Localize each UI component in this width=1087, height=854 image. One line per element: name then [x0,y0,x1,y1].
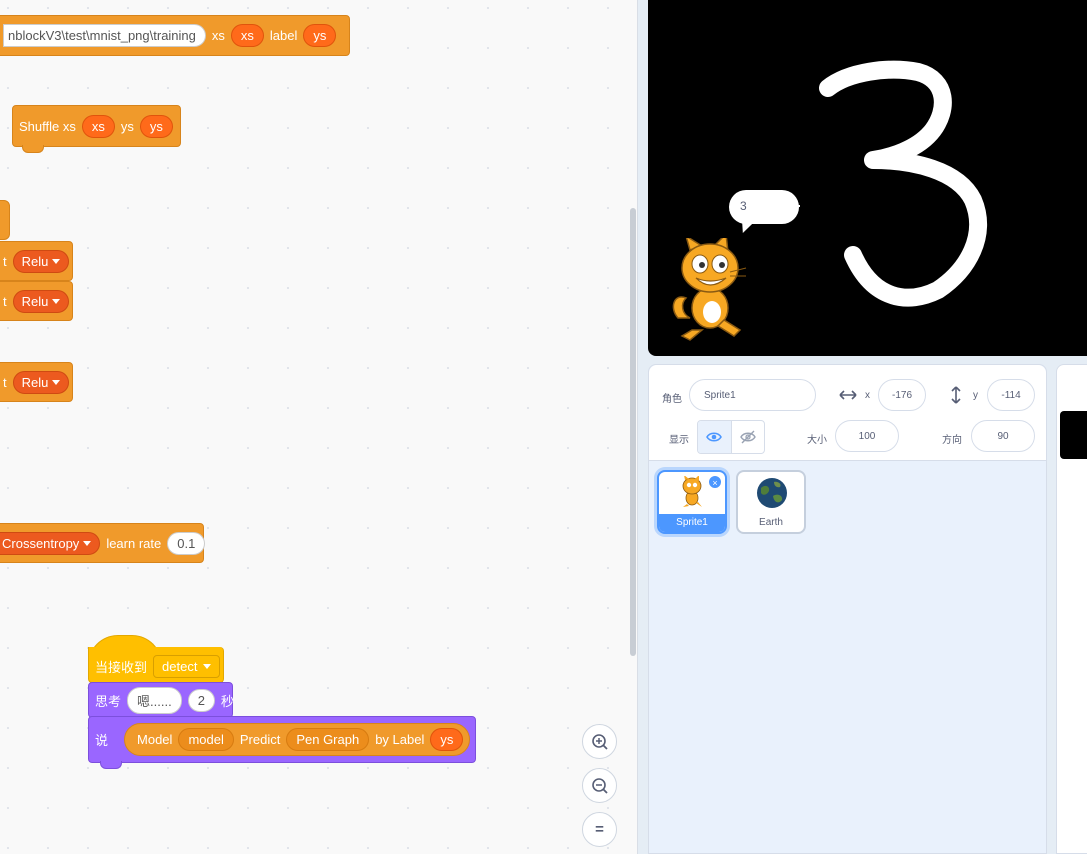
learn-rate-input[interactable]: 0.1 [167,531,206,555]
layer-block[interactable]: t Relu [0,281,73,321]
size-label: 大小 [807,435,827,446]
learn-rate-label: learn rate [106,535,162,551]
layer-block[interactable]: t Relu [0,362,73,402]
by-label-label: by Label [375,732,425,747]
secs-unit: 秒 [220,693,234,709]
size-field[interactable]: 100 [835,420,899,452]
zoom-reset-icon: = [595,821,604,838]
ys-reporter[interactable]: ys [139,114,173,138]
say-notch [100,761,122,769]
ys-reporter[interactable]: ys [303,24,337,47]
layer-block[interactable]: t Relu [0,241,73,281]
code-area[interactable]: nblockV3\test\mnist_png\training xs xs l… [0,0,638,854]
sprite-name-field[interactable]: Sprite1 [689,379,816,411]
eye-icon [706,432,723,442]
model-reporter[interactable]: model [178,728,234,751]
zoom-out-button[interactable] [582,768,617,803]
think-label: 思考 [95,693,122,709]
predict-reporter[interactable]: Model model Predict Pen Graph by Label y… [124,723,471,756]
code-scrollbar[interactable] [630,208,636,656]
label-label: label [269,28,298,43]
y-arrows-icon [951,386,961,404]
delete-sprite-button[interactable]: × [708,475,722,489]
xs-label: xs [211,28,225,43]
zoom-in-icon [591,733,608,750]
stage[interactable]: 3 [648,0,1087,356]
cat-thumbnail [682,476,702,507]
when-receive-label: 当接收到 [95,660,148,675]
stage-pane [1056,364,1087,854]
eye-hidden-icon [739,430,756,444]
visibility-toggle [697,420,765,454]
sprite-tile-earth[interactable]: Earth [736,470,806,534]
activation-dropdown[interactable]: Relu [12,370,70,394]
cat-sprite[interactable] [664,238,764,343]
x-label: x [865,390,870,401]
y-field[interactable]: -114 [987,379,1035,411]
message-dropdown[interactable]: detect [153,655,221,678]
think-text-input[interactable]: 嗯...... [127,686,182,714]
show-label: 显示 [669,435,689,446]
sprite-pane: 角色 Sprite1 x -176 y -114 显示 大小 100 方向 90 [648,364,1047,854]
sprite-label: 角色 [662,394,682,405]
x-arrows-icon [839,390,857,400]
model-block-edge[interactable] [0,200,10,240]
layer-prefix: t [3,293,7,309]
hide-button[interactable] [730,421,765,453]
sprite-tile-sprite1[interactable]: × Sprite1 [657,470,727,534]
show-button[interactable] [698,421,731,453]
earth-thumbnail [757,478,787,508]
stage-thumbnail[interactable] [1060,411,1087,459]
loss-dropdown[interactable]: Crossentropy [0,531,101,555]
path-input[interactable]: nblockV3\test\mnist_png\training [3,24,206,47]
layer-prefix: t [3,253,7,269]
ys-reporter[interactable]: ys [430,728,464,751]
think-block[interactable]: 思考 嗯...... 2 秒 [88,682,234,718]
compile-block[interactable]: Crossentropy learn rate 0.1 [0,523,206,563]
sprite-tile-name: Earth [759,517,783,528]
model-label: Model [137,732,173,747]
say-label: 说 [95,733,109,748]
sprite-tile-name: Sprite1 [659,514,725,532]
zoom-reset-button[interactable]: = [582,812,617,847]
ys-label: ys [120,118,134,134]
think-secs-input[interactable]: 2 [187,688,215,712]
zoom-in-button[interactable] [582,724,617,759]
layer-prefix: t [3,374,7,390]
activation-dropdown[interactable]: Relu [12,249,70,273]
shuffle-block[interactable]: Shuffle xs xs ys ys [12,105,181,147]
sprite-info-panel: 角色 Sprite1 x -176 y -114 显示 大小 100 方向 90 [649,365,1046,461]
shuffle-notch [22,145,44,153]
direction-label: 方向 [942,435,962,446]
speech-bubble: 3 [729,190,799,224]
say-block[interactable]: 说 Model model Predict Pen Graph by Label… [88,716,476,763]
load-data-block[interactable]: nblockV3\test\mnist_png\training xs xs l… [0,15,350,56]
xs-reporter[interactable]: xs [230,24,264,47]
activation-dropdown[interactable]: Relu [12,289,70,313]
x-field[interactable]: -176 [878,379,926,411]
speech-text: 3 [740,199,747,213]
when-receive-block[interactable]: 当接收到 detect [88,647,224,683]
direction-field[interactable]: 90 [971,420,1035,452]
pen-graph-reporter[interactable]: Pen Graph [286,728,370,751]
xs-reporter[interactable]: xs [81,114,115,138]
predict-label: Predict [239,732,281,747]
shuffle-label: Shuffle xs [19,118,76,134]
zoom-out-icon [591,777,608,794]
y-label: y [973,390,978,401]
